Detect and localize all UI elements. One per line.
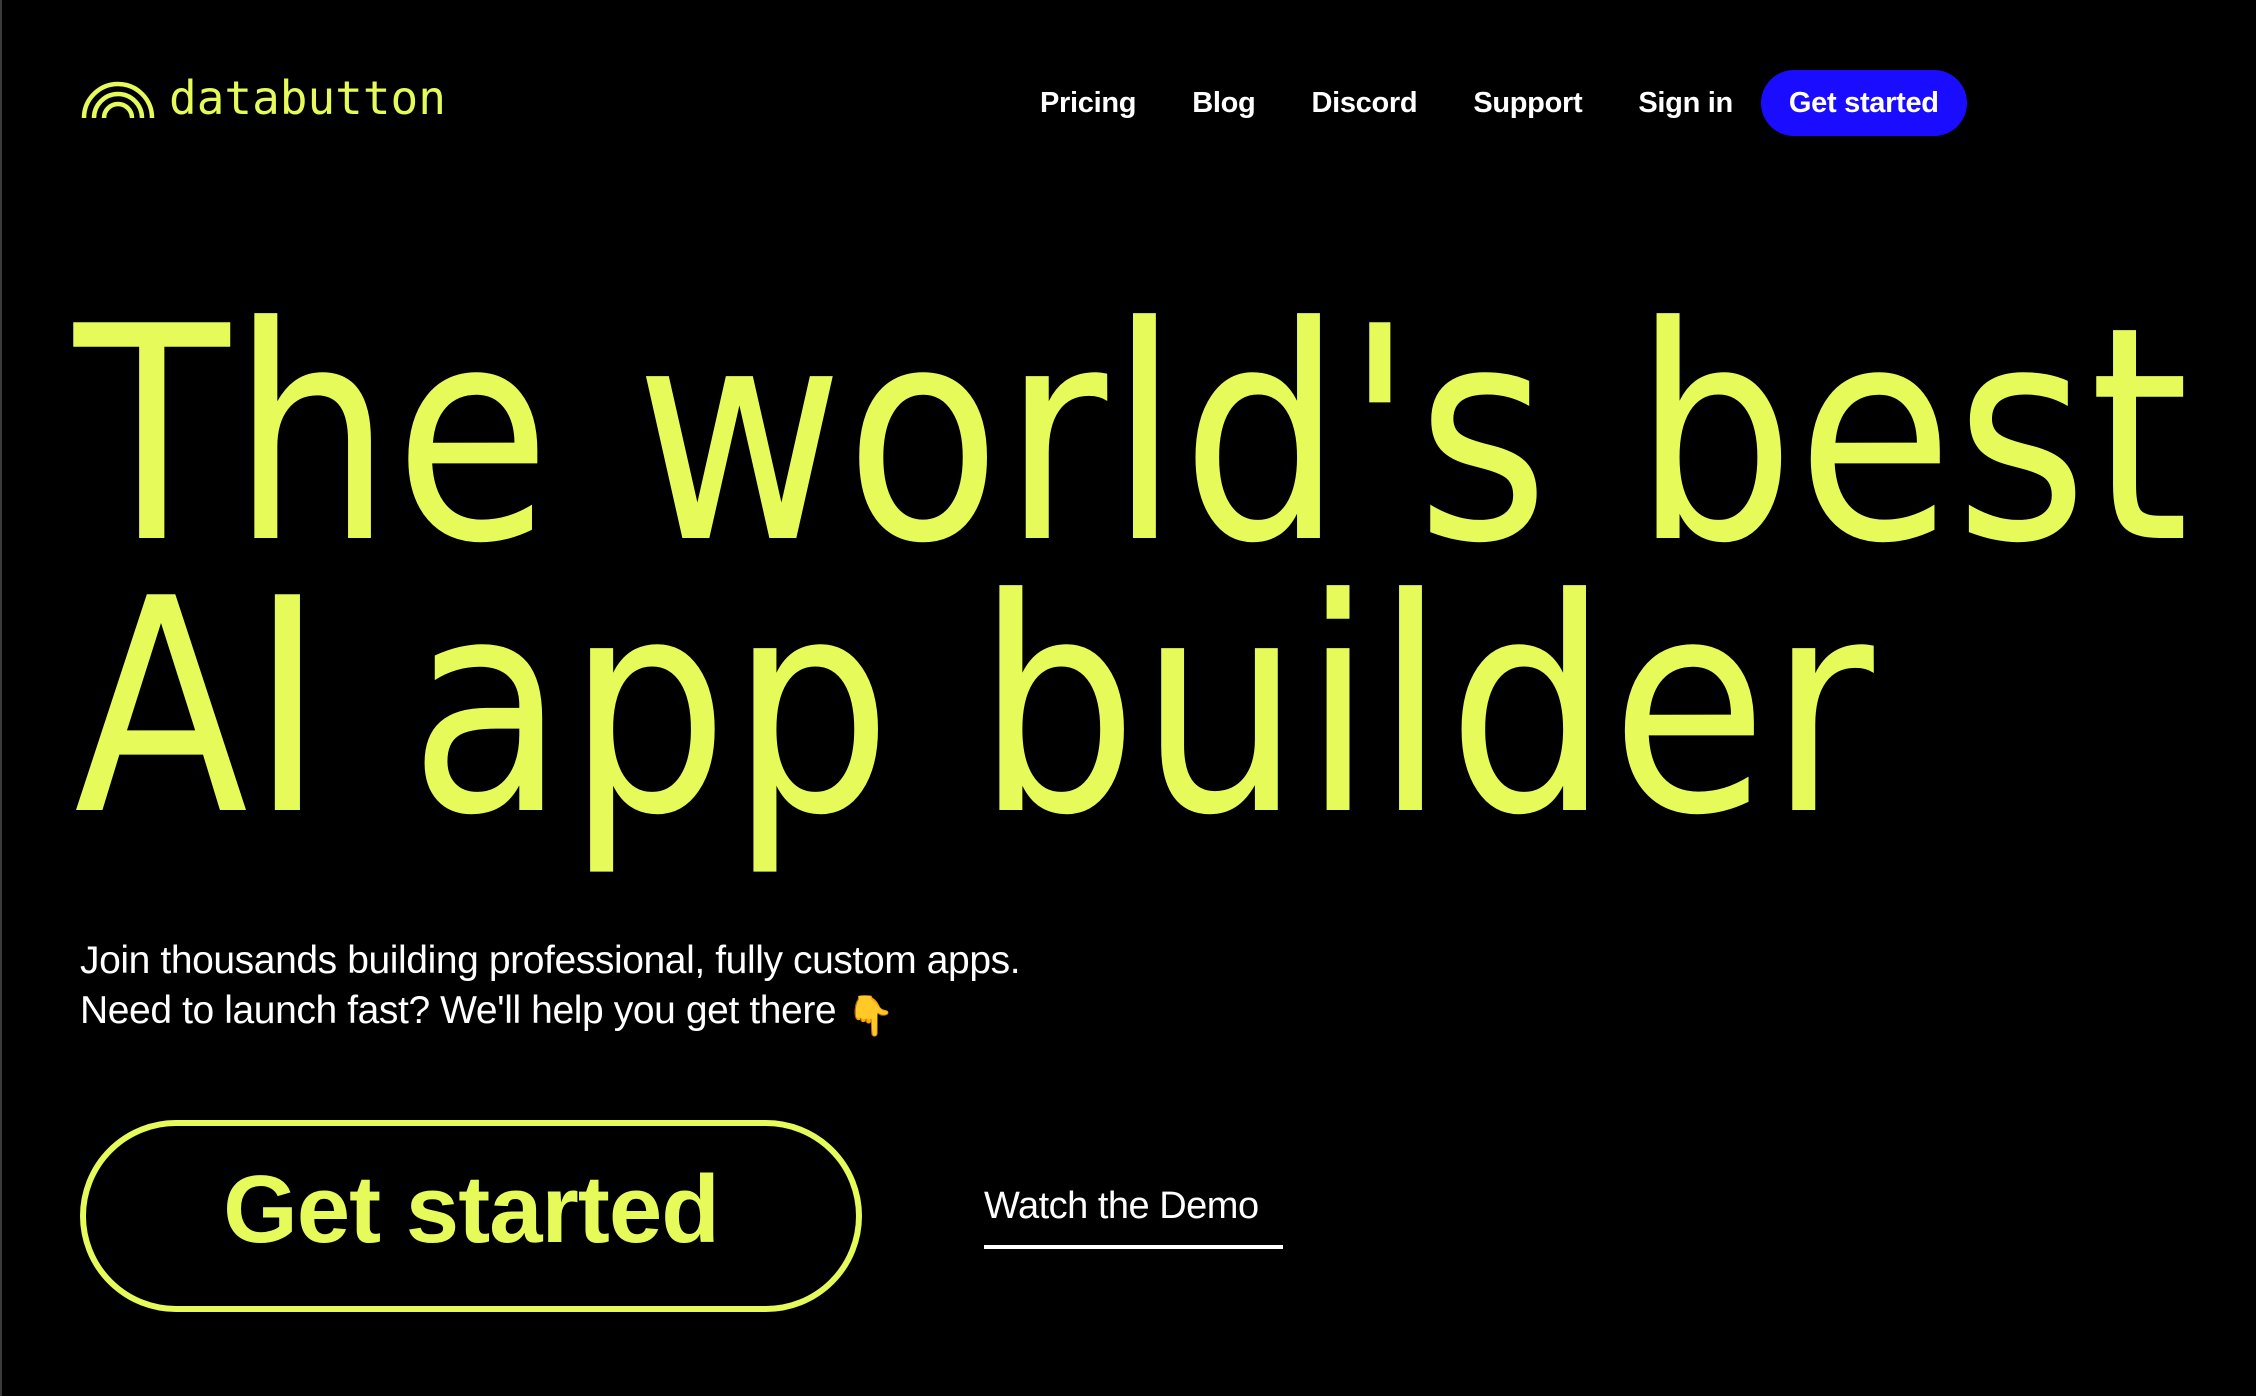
headline-line-2: AI app builder [74, 535, 1876, 880]
hero-get-started-label: Get started [223, 1156, 720, 1263]
hero-headline: The world's best AI app builder [74, 263, 2191, 880]
hero-subtitle: Join thousands building professional, fu… [80, 936, 1021, 1042]
nav-discord[interactable]: Discord [1311, 87, 1417, 120]
nav-pricing[interactable]: Pricing [1040, 87, 1137, 120]
nav-get-started-button[interactable]: Get started [1760, 70, 1967, 136]
logo-wordmark: databutton [169, 71, 446, 125]
nav-blog[interactable]: Blog [1192, 87, 1256, 120]
pointing-down-hand-icon: 👇 [846, 995, 895, 1038]
subtitle-line-1: Join thousands building professional, fu… [80, 939, 1021, 982]
nav-sign-in[interactable]: Sign in [1638, 87, 1733, 120]
headline-line-1: The world's best [74, 263, 2191, 608]
subtitle-line-2-text: Need to launch fast? We'll help you get … [80, 989, 837, 1032]
watch-demo-label: Watch the Demo [984, 1185, 1259, 1227]
top-nav: Pricing Blog Discord Support Sign in Get… [1040, 70, 2023, 136]
rainbow-arcs-icon [81, 81, 155, 119]
watch-demo-underline [984, 1245, 1283, 1249]
subtitle-line-2: Need to launch fast? We'll help you get … [80, 986, 1020, 1042]
nav-support[interactable]: Support [1473, 87, 1582, 120]
window-edge [0, 0, 2, 1396]
logo-link[interactable]: databutton [80, 72, 446, 124]
hero-get-started-button[interactable]: Get started [80, 1120, 862, 1312]
watch-demo-link[interactable]: Watch the Demo [984, 1184, 1283, 1249]
